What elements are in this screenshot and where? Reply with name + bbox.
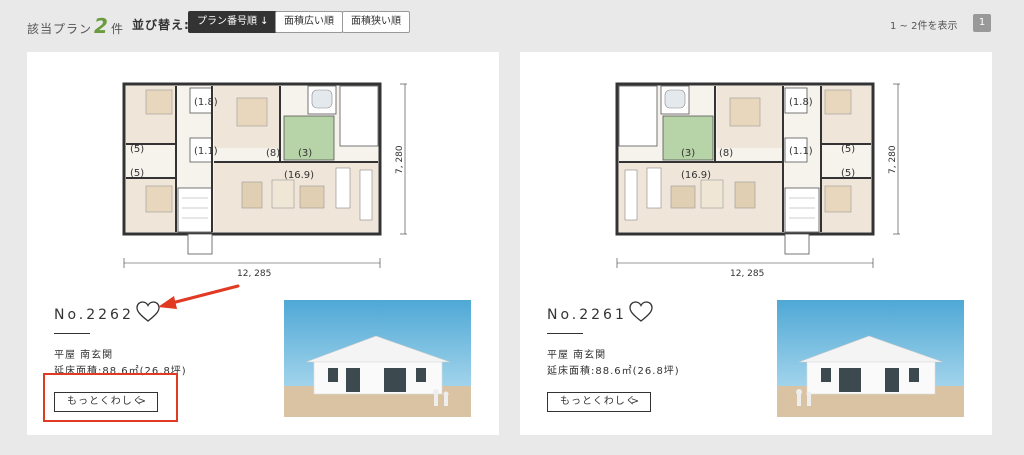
sort-by-plan-number-button[interactable]: プラン番号順 ↓ [188, 11, 278, 33]
dimension-width: 12, 285 [730, 269, 764, 279]
more-details-button[interactable]: もっとくわしく > [547, 392, 651, 412]
result-range: 1 ~ 2件を表示 [890, 21, 958, 32]
dimension-width: 12, 285 [237, 269, 271, 279]
result-count-number: 2 [94, 14, 109, 38]
room-label: (1.1) [789, 146, 813, 157]
chevron-right-icon: > [630, 396, 640, 407]
room-label: (5) [841, 144, 855, 155]
sort-by-area-desc-button[interactable]: 面積広い順 [275, 11, 343, 33]
result-count: 該当プラン 2 件 [27, 14, 124, 38]
plan-style: 平屋 南玄関 [547, 350, 607, 361]
room-label: (5) [841, 168, 855, 179]
highlight-box [43, 373, 178, 422]
room-label: (8) [266, 148, 280, 159]
sort-by-area-asc-button[interactable]: 面積狭い順 [342, 11, 410, 33]
room-label: (5) [130, 144, 144, 155]
annotation-arrow-icon [158, 284, 240, 309]
results-toolbar: 該当プラン 2 件 並び替え: プラン番号順 ↓ 面積広い順 面積狭い順 1 ~ 2… [0, 0, 1024, 48]
divider [547, 333, 583, 334]
favorite-heart-icon[interactable] [628, 300, 654, 324]
room-label: (16.9) [681, 170, 711, 181]
dimension-height: 7, 280 [888, 145, 898, 174]
house-rendering-image[interactable] [777, 300, 964, 417]
divider [54, 333, 90, 334]
result-count-unit: 件 [110, 22, 124, 36]
result-count-label: 該当プラン [27, 22, 93, 36]
room-label: (3) [298, 148, 312, 159]
room-label: (5) [130, 168, 144, 179]
plan-number: No.2261 [547, 307, 627, 323]
room-label: (8) [719, 148, 733, 159]
plan-area: 延床面積:88.6㎡(26.8坪) [547, 366, 680, 377]
plan-number: No.2262 [54, 307, 134, 323]
room-label: (3) [681, 148, 695, 159]
floor-plan-image[interactable]: (1.8) (1.1) (5) (5) (8) (3) (16.9) 12, 2… [112, 78, 407, 303]
pagination-page-1[interactable]: 1 [973, 14, 991, 32]
house-rendering-image[interactable] [284, 300, 471, 417]
sort-label: 並び替え: [132, 18, 190, 32]
plan-card: (1.8) (1.1) (5) (5) (8) (3) (16.9) 12, 2… [520, 52, 992, 435]
room-label: (16.9) [284, 170, 314, 181]
dimension-height: 7, 280 [395, 145, 405, 174]
plan-style: 平屋 南玄関 [54, 350, 114, 361]
floor-plan-image[interactable]: (1.8) (1.1) (5) (5) (8) (3) (16.9) 12, 2… [605, 78, 900, 303]
room-label: (1.1) [194, 146, 218, 157]
room-label: (1.8) [194, 97, 218, 108]
more-details-label: もっとくわしく [560, 396, 637, 407]
room-label: (1.8) [789, 97, 813, 108]
